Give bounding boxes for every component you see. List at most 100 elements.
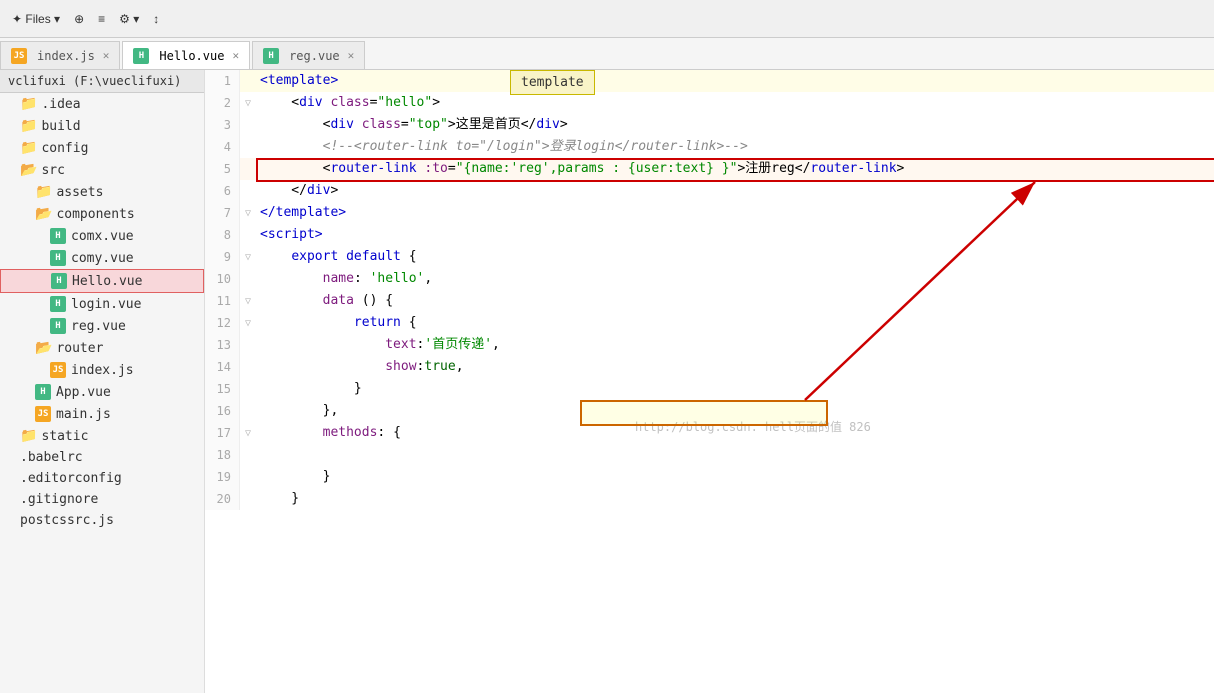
sidebar-item-postcssrc[interactable]: postcssrc.js <box>0 510 204 531</box>
fold-gutter <box>240 356 256 378</box>
line-number: 13 <box>205 334 240 356</box>
sidebar-item-src[interactable]: 📂 src <box>0 159 204 181</box>
code-line-4: 4 <!--<router-link to="/login">登录login</… <box>205 136 1214 158</box>
fold-gutter <box>240 334 256 356</box>
code-line-6: 6 </div> <box>205 180 1214 202</box>
sidebar-item-app-vue[interactable]: H App.vue <box>0 381 204 403</box>
code-token: "top" <box>409 114 448 136</box>
code-token: } <box>260 378 362 400</box>
code-token: < <box>260 92 299 114</box>
sidebar-item-babelrc[interactable]: .babelrc <box>0 447 204 468</box>
sidebar-item-label: .babelrc <box>20 450 83 465</box>
line-number: 8 <box>205 224 240 246</box>
menu-button[interactable]: ≡ <box>94 10 109 28</box>
sidebar-item-components[interactable]: 📂 components <box>0 203 204 225</box>
code-line-12: 12 ▽ return { <box>205 312 1214 334</box>
sidebar-item-main-js[interactable]: JS main.js <box>0 403 204 425</box>
code-line-19: 19 } <box>205 466 1214 488</box>
code-line-20: 20 } <box>205 488 1214 510</box>
template-tooltip: template <box>510 70 595 95</box>
code-line-1: 1 <template> <box>205 70 1214 92</box>
code-token: "{name:'reg',params : {user:text} }" <box>456 158 738 180</box>
code-line-9: 9 ▽ export default { <box>205 246 1214 268</box>
line-number: 16 <box>205 400 240 422</box>
code-token <box>260 334 385 356</box>
line-number: 4 <box>205 136 240 158</box>
line-number: 9 <box>205 246 240 268</box>
sidebar-item-assets[interactable]: 📁 assets <box>0 181 204 203</box>
sidebar-item-reg-vue[interactable]: H reg.vue <box>0 315 204 337</box>
code-token: 'hello' <box>370 268 425 290</box>
code-token: data <box>323 290 354 312</box>
sidebar-item-static[interactable]: 📁 static <box>0 425 204 447</box>
code-token: { <box>401 312 417 334</box>
tab-close-icon[interactable]: ✕ <box>348 49 355 62</box>
code-token: = <box>370 92 378 114</box>
tab-close-icon[interactable]: ✕ <box>103 49 110 62</box>
tab-index-js[interactable]: JS index.js ✕ <box>0 41 120 69</box>
code-token: <!--<router-link to="/login">登录login</ro… <box>260 136 748 158</box>
tab-hello-vue[interactable]: H Hello.vue ✕ <box>122 41 250 69</box>
code-editor[interactable]: 1 <template> 2 ▽ <div class="hello"> 3 <box>205 70 1214 693</box>
code-line-3: 3 <div class="top">这里是首页</div> <box>205 114 1214 136</box>
code-token <box>260 290 323 312</box>
files-button[interactable]: ✦ Files ▾ <box>8 10 64 28</box>
fold-gutter <box>240 180 256 202</box>
code-token: <script> <box>260 224 323 246</box>
tab-label: index.js <box>37 49 95 63</box>
code-token: </ <box>795 158 811 180</box>
sidebar-item-build[interactable]: 📁 build <box>0 115 204 137</box>
line-content: <router-link :to="{name:'reg',params : {… <box>256 158 904 180</box>
line-number: 20 <box>205 488 240 510</box>
sidebar-item-comy-vue[interactable]: H comy.vue <box>0 247 204 269</box>
sidebar-item-router[interactable]: 📂 router <box>0 337 204 359</box>
code-token <box>260 312 354 334</box>
folder-icon: 📁 <box>20 140 37 156</box>
js-file-icon: JS <box>50 362 66 378</box>
fold-gutter <box>240 158 256 180</box>
sidebar-item-label: static <box>41 429 88 444</box>
fold-gutter: ▽ <box>240 422 256 444</box>
line-number: 3 <box>205 114 240 136</box>
folder-icon: 📂 <box>20 162 37 178</box>
sidebar-item-hello-vue[interactable]: H Hello.vue <box>0 269 204 293</box>
line-content: return { <box>256 312 417 334</box>
code-line-5: 5 <router-link :to="{name:'reg',params :… <box>205 158 1214 180</box>
code-token <box>260 422 323 444</box>
sort-button[interactable]: ↕ <box>149 10 163 28</box>
code-token: > <box>737 158 745 180</box>
code-token: 这里是首页 <box>456 114 521 136</box>
tab-close-icon[interactable]: ✕ <box>232 49 239 62</box>
code-token: = <box>448 158 456 180</box>
js-file-icon: JS <box>35 406 51 422</box>
line-number: 1 <box>205 70 240 92</box>
add-button[interactable]: ⊕ <box>70 10 88 28</box>
sidebar-item-login-vue[interactable]: H login.vue <box>0 293 204 315</box>
line-content: }, <box>256 400 338 422</box>
sidebar-item-comx-vue[interactable]: H comx.vue <box>0 225 204 247</box>
sidebar-item-config[interactable]: 📁 config <box>0 137 204 159</box>
vue-file-icon: H <box>50 250 66 266</box>
tab-bar: JS index.js ✕ H Hello.vue ✕ H reg.vue ✕ <box>0 38 1214 70</box>
code-token: { <box>401 246 417 268</box>
code-token: div <box>299 92 322 114</box>
code-token: true <box>424 356 455 378</box>
line-content: data () { <box>256 290 393 312</box>
sidebar-item-label: reg.vue <box>71 319 126 334</box>
line-content: methods: { <box>256 422 401 444</box>
vue-icon: H <box>263 48 279 64</box>
sidebar-item-idea[interactable]: 📁 .idea <box>0 93 204 115</box>
folder-icon: 📁 <box>20 118 37 134</box>
code-line-7: 7 ▽ </template> <box>205 202 1214 224</box>
code-token: , <box>492 334 500 356</box>
settings-button[interactable]: ⚙ ▾ <box>115 10 143 28</box>
sidebar-item-gitignore[interactable]: .gitignore <box>0 489 204 510</box>
sidebar-item-editorconfig[interactable]: .editorconfig <box>0 468 204 489</box>
code-token: router-link <box>330 158 416 180</box>
code-token: class <box>362 114 401 136</box>
folder-icon: 📂 <box>35 206 52 222</box>
tab-reg-vue[interactable]: H reg.vue ✕ <box>252 41 365 69</box>
sidebar-item-router-index[interactable]: JS index.js <box>0 359 204 381</box>
code-token: > <box>330 180 338 202</box>
tooltip-text: template <box>521 75 584 90</box>
